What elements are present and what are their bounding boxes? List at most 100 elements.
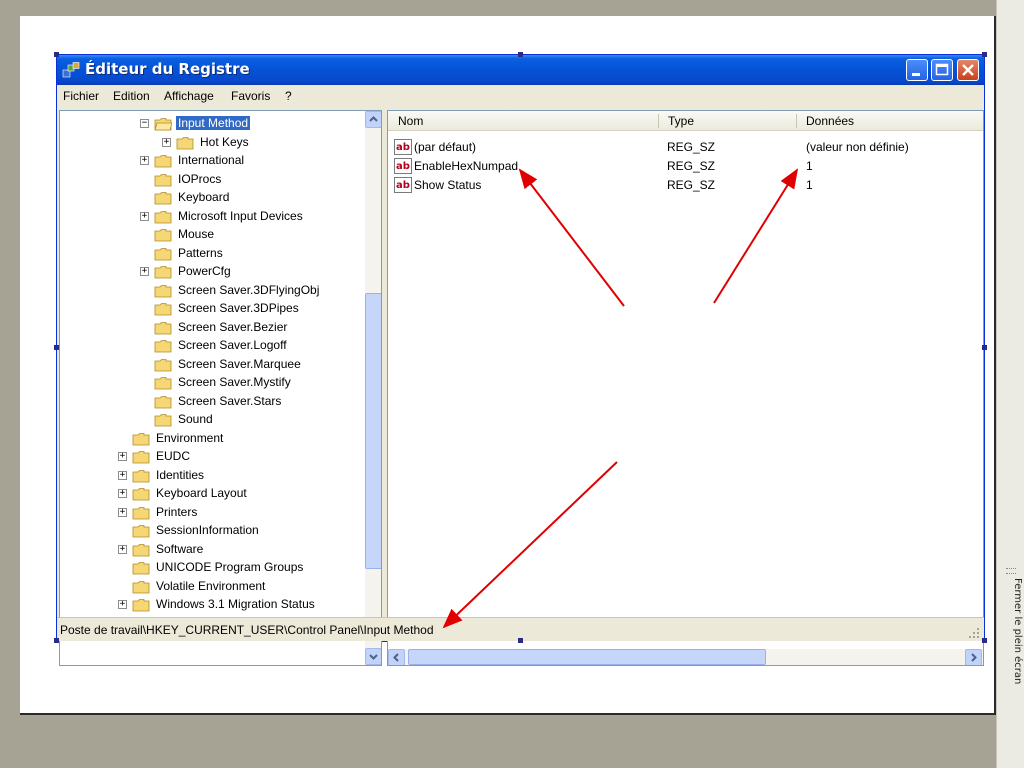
folder-icon — [154, 395, 172, 408]
tree-item[interactable]: + Keyboard Layout — [118, 485, 378, 503]
folder-icon — [132, 599, 150, 612]
expand-icon[interactable]: + — [118, 489, 127, 498]
expand-icon[interactable]: + — [118, 544, 127, 554]
minimize-button[interactable] — [906, 59, 928, 81]
tree-item[interactable]: IOProcs — [140, 171, 381, 189]
expand-icon[interactable]: + — [140, 211, 149, 221]
tree-item-label: Volatile Environment — [156, 578, 266, 593]
menu-affichage[interactable]: Affichage — [164, 89, 214, 103]
expand-icon[interactable]: + — [118, 470, 127, 480]
chevron-right-icon — [971, 653, 977, 662]
tree-item[interactable]: + Hot Keys — [162, 134, 381, 152]
expand-icon[interactable]: + — [140, 156, 149, 165]
selection-handle[interactable] — [982, 52, 987, 57]
tree-item-label: Screen Saver.Bezier — [178, 319, 288, 334]
exit-fullscreen-button[interactable]: Fermer le plein écran — [999, 578, 1023, 698]
selection-handle[interactable] — [518, 52, 523, 57]
folder-icon — [132, 580, 150, 593]
tree-item-label: Keyboard — [178, 190, 230, 204]
tree-item-label: Software — [156, 541, 204, 556]
column-header-nom[interactable]: Nom — [398, 114, 423, 128]
expand-icon[interactable]: + — [118, 507, 127, 517]
tree-item[interactable]: Screen Saver.3DFlyingObj — [140, 282, 381, 300]
tree-item[interactable]: Volatile Environment — [118, 578, 378, 596]
tree-item-label: Microsoft Input Devices — [178, 208, 303, 223]
tree-item[interactable]: Screen Saver.Bezier — [140, 319, 381, 337]
tree-item-label: Screen Saver.Mystify — [178, 375, 291, 389]
scroll-left-button[interactable] — [388, 649, 405, 665]
registry-values-pane[interactable]: Nom Type Données ab (par défaut) REG_SZ … — [387, 110, 984, 666]
list-item[interactable]: ab (par défaut) REG_SZ (valeur non défin… — [388, 138, 983, 157]
selection-handle[interactable] — [54, 52, 59, 57]
tree-item[interactable]: UNICODE Program Groups — [118, 559, 378, 577]
title-bar[interactable]: Éditeur du Registre — [57, 55, 984, 85]
tree-item[interactable]: + Microsoft Input Devices — [140, 208, 381, 226]
selection-handle[interactable] — [982, 345, 987, 350]
folder-icon — [132, 506, 150, 519]
close-button[interactable] — [957, 59, 979, 81]
panel-grip[interactable] — [1006, 568, 1016, 574]
column-header-donnees[interactable]: Données — [806, 114, 854, 128]
tree-item[interactable]: Keyboard — [140, 189, 381, 207]
tree-item-label: Screen Saver.3DPipes — [178, 301, 299, 315]
expand-icon[interactable]: + — [140, 267, 149, 276]
tree-item-label: EUDC — [156, 449, 191, 463]
collapse-icon[interactable]: − — [140, 119, 149, 128]
menu-edition[interactable]: Edition — [113, 89, 150, 103]
scroll-right-button[interactable] — [965, 649, 982, 665]
menu-favoris[interactable]: Favoris — [231, 89, 270, 103]
column-header-type[interactable]: Type — [668, 114, 694, 128]
svg-text:ab: ab — [396, 142, 410, 153]
tree-item[interactable]: SessionInformation — [118, 522, 378, 540]
expand-icon[interactable]: + — [118, 452, 127, 461]
tree-item[interactable]: Sound — [140, 411, 381, 429]
tree-item[interactable]: Screen Saver.Stars — [140, 393, 381, 411]
column-separator[interactable] — [658, 114, 659, 128]
tree-item-label: Windows 3.1 Migration Status — [156, 597, 315, 611]
maximize-button[interactable] — [931, 59, 953, 81]
registry-tree-pane[interactable]: − Input Method + Hot Keys + International IOPr… — [59, 110, 382, 666]
value-type: REG_SZ — [667, 140, 716, 154]
tree-item[interactable]: + International — [140, 152, 381, 170]
menu-bar: Fichier Edition Affichage Favoris ? — [57, 85, 984, 107]
string-value-icon: ab — [394, 139, 412, 155]
tree-item[interactable]: Screen Saver.Logoff — [140, 337, 381, 355]
selection-handle[interactable] — [54, 345, 59, 350]
tree-item[interactable]: + Identities — [118, 467, 378, 485]
selection-handle[interactable] — [518, 638, 523, 643]
status-path: Poste de travail\HKEY_CURRENT_USER\Contr… — [60, 623, 434, 637]
menu-fichier[interactable]: Fichier — [63, 89, 99, 103]
tree-item-label: Input Method — [176, 116, 251, 130]
tree-item[interactable]: Patterns — [140, 245, 381, 263]
expand-icon[interactable]: + — [162, 137, 171, 147]
tree-item[interactable]: Environment — [118, 430, 378, 448]
value-data: (valeur non définie) — [806, 140, 909, 154]
resize-grip-icon[interactable] — [967, 626, 981, 640]
tree-item-label: Screen Saver.Stars — [178, 393, 282, 408]
tree-item[interactable]: − Input Method — [140, 115, 381, 133]
column-separator[interactable] — [796, 114, 797, 128]
expand-icon[interactable]: + — [118, 600, 127, 609]
registry-editor-icon — [62, 62, 80, 78]
tree-item[interactable]: + Printers — [118, 504, 378, 522]
tree-item[interactable]: Screen Saver.Mystify — [140, 374, 381, 392]
selection-handle[interactable] — [54, 638, 59, 643]
selection-handle[interactable] — [982, 638, 987, 643]
list-item[interactable]: ab Show Status REG_SZ 1 — [388, 176, 983, 195]
tree-item[interactable]: + Windows 3.1 Migration Status — [118, 596, 378, 614]
list-horizontal-scrollbar[interactable] — [388, 649, 983, 665]
tree-item[interactable]: Screen Saver.3DPipes — [140, 300, 381, 318]
tree-item[interactable]: + Software — [118, 541, 378, 559]
tree-item[interactable]: + EUDC — [118, 448, 378, 466]
folder-icon — [154, 358, 172, 371]
tree-item[interactable]: Screen Saver.Marquee — [140, 356, 381, 374]
list-scroll-thumb[interactable] — [408, 649, 766, 665]
tree-item[interactable]: Mouse — [140, 226, 381, 244]
scroll-down-button[interactable] — [365, 648, 381, 665]
tree-item-label: UNICODE Program Groups — [156, 560, 304, 574]
list-item[interactable]: ab EnableHexNumpad REG_SZ 1 — [388, 157, 983, 176]
value-data: 1 — [806, 159, 813, 173]
minimize-icon — [912, 73, 920, 76]
menu-help[interactable]: ? — [285, 89, 292, 103]
tree-item[interactable]: + PowerCfg — [140, 263, 381, 281]
